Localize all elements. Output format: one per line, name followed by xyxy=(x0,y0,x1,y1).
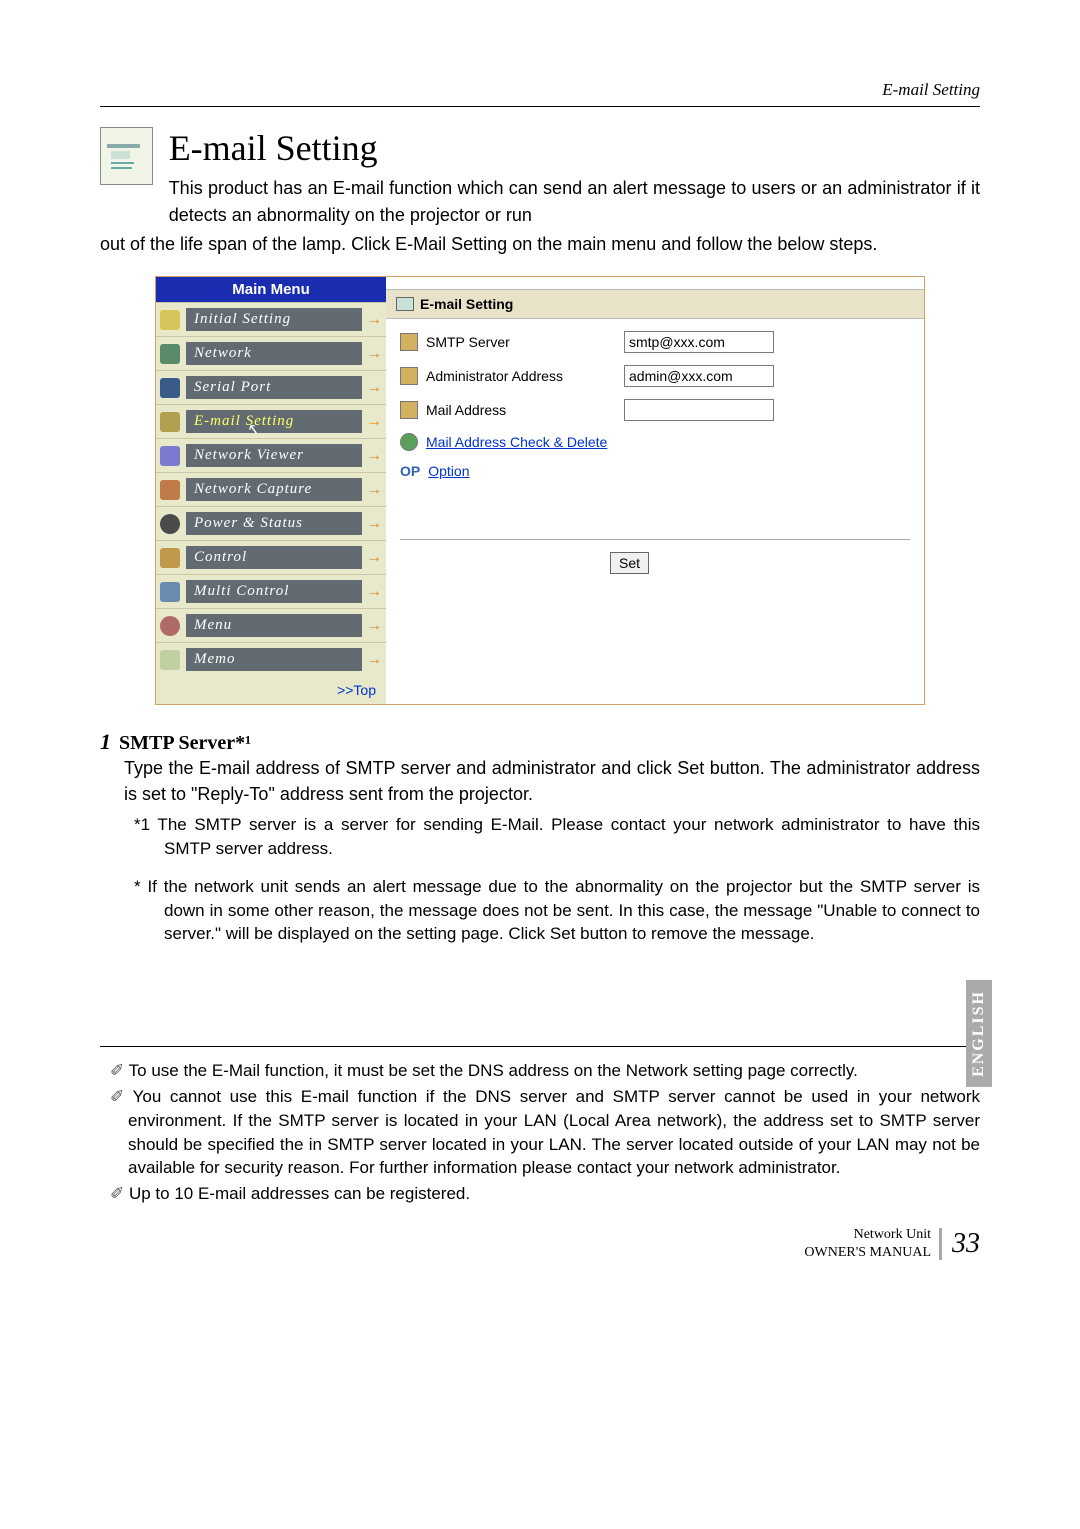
network-icon xyxy=(160,344,180,364)
footer-line1: Network Unit xyxy=(804,1226,931,1244)
config-screenshot: Main Menu Initial Setting → Network → Se… xyxy=(155,276,925,705)
menu-item-menu[interactable]: Menu → xyxy=(156,608,386,642)
english-tab: ENGLISH xyxy=(966,980,992,1087)
arrow-right-icon: → xyxy=(366,413,382,431)
set-button[interactable]: Set xyxy=(610,552,649,574)
menu-item-email-setting[interactable]: E-mail Setting↖ → xyxy=(156,404,386,438)
menu-label: Network Viewer xyxy=(194,447,304,464)
header-label: E-mail Setting xyxy=(100,80,980,107)
memo-icon xyxy=(160,650,180,670)
mail-label: Mail Address xyxy=(426,402,616,418)
page-title: E-mail Setting xyxy=(169,127,980,169)
smtp-label: SMTP Server xyxy=(426,334,616,350)
menu-icon xyxy=(160,616,180,636)
footnote-2: * If the network unit sends an alert mes… xyxy=(134,875,980,946)
mail-addr-icon xyxy=(400,401,418,419)
power-icon xyxy=(160,514,180,534)
arrow-right-icon: → xyxy=(366,379,382,397)
menu-label: Control xyxy=(194,549,247,566)
check-icon xyxy=(400,433,418,451)
option-link[interactable]: Option xyxy=(428,463,469,479)
admin-label: Administrator Address xyxy=(426,368,616,384)
lock-icon xyxy=(160,310,180,330)
control-icon xyxy=(160,548,180,568)
note-1: To use the E-Mail function, it must be s… xyxy=(100,1059,980,1083)
form-area: E-mail Setting SMTP Server Administrator… xyxy=(386,277,924,704)
form-header-label: E-mail Setting xyxy=(420,296,513,312)
menu-label: Initial Setting xyxy=(194,311,291,328)
main-menu-sidebar: Main Menu Initial Setting → Network → Se… xyxy=(156,277,386,704)
note-2: You cannot use this E-mail function if t… xyxy=(100,1085,980,1180)
arrow-right-icon: → xyxy=(366,549,382,567)
arrow-right-icon: → xyxy=(366,515,382,533)
page-number: 33 xyxy=(939,1228,980,1260)
intro-text-below: out of the life span of the lamp. Click … xyxy=(100,231,980,258)
menu-label: Network xyxy=(194,345,252,362)
bottom-separator xyxy=(100,1046,980,1047)
option-prefix: OP xyxy=(400,463,420,479)
separator xyxy=(400,539,910,540)
multi-control-icon xyxy=(160,582,180,602)
note-3: Up to 10 E-mail addresses can be registe… xyxy=(100,1182,980,1206)
cursor-icon: ↖ xyxy=(246,420,260,439)
menu-item-power-status[interactable]: Power & Status → xyxy=(156,506,386,540)
arrow-right-icon: → xyxy=(366,617,382,635)
menu-label: E-mail Setting xyxy=(194,413,294,430)
server-icon xyxy=(400,333,418,351)
viewer-icon xyxy=(160,446,180,466)
footnote-1: *1 The SMTP server is a server for sendi… xyxy=(134,813,980,861)
title-icon xyxy=(100,127,153,185)
arrow-right-icon: → xyxy=(366,481,382,499)
menu-item-multi-control[interactable]: Multi Control → xyxy=(156,574,386,608)
menu-label: Multi Control xyxy=(194,583,289,600)
menu-label: Network Capture xyxy=(194,481,312,498)
smtp-server-input[interactable] xyxy=(624,331,774,353)
menu-label: Serial Port xyxy=(194,379,271,396)
step-title: SMTP Server*¹ xyxy=(119,732,251,755)
menu-label: Menu xyxy=(194,617,232,634)
step-number: 1 xyxy=(100,729,111,755)
menu-item-memo[interactable]: Memo → xyxy=(156,642,386,676)
menu-item-initial-setting[interactable]: Initial Setting → xyxy=(156,302,386,336)
footer-line2: OWNER'S MANUAL xyxy=(804,1244,931,1262)
menu-label: Memo xyxy=(194,651,236,668)
menu-item-network-viewer[interactable]: Network Viewer → xyxy=(156,438,386,472)
mail-address-input[interactable] xyxy=(624,399,774,421)
top-link[interactable]: >>Top xyxy=(156,676,386,704)
page-footer: Network Unit OWNER'S MANUAL 33 xyxy=(100,1226,980,1262)
arrow-right-icon: → xyxy=(366,345,382,363)
serial-icon xyxy=(160,378,180,398)
arrow-right-icon: → xyxy=(366,583,382,601)
intro-text-top: This product has an E-mail function whic… xyxy=(169,175,980,229)
capture-icon xyxy=(160,480,180,500)
menu-item-serial-port[interactable]: Serial Port → xyxy=(156,370,386,404)
menu-item-network-capture[interactable]: Network Capture → xyxy=(156,472,386,506)
arrow-right-icon: → xyxy=(366,651,382,669)
main-menu-header: Main Menu xyxy=(156,277,386,302)
arrow-right-icon: → xyxy=(366,447,382,465)
menu-item-control[interactable]: Control → xyxy=(156,540,386,574)
mail-icon xyxy=(160,412,180,432)
check-delete-link[interactable]: Mail Address Check & Delete xyxy=(426,434,607,450)
admin-address-input[interactable] xyxy=(624,365,774,387)
admin-icon xyxy=(400,367,418,385)
menu-label: Power & Status xyxy=(194,515,303,532)
step-body: Type the E-mail address of SMTP server a… xyxy=(124,755,980,807)
mail-icon xyxy=(396,297,414,311)
arrow-right-icon: → xyxy=(366,311,382,329)
form-header: E-mail Setting xyxy=(386,289,924,319)
menu-item-network[interactable]: Network → xyxy=(156,336,386,370)
